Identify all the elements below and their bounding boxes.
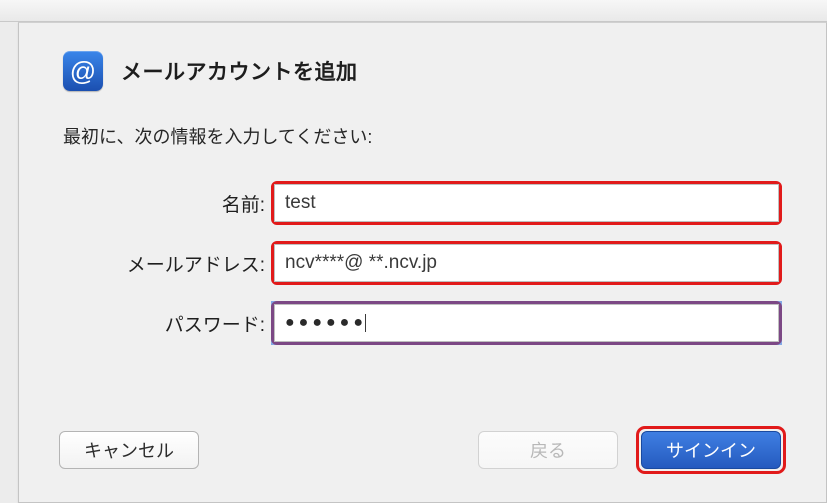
password-input[interactable]: ●●●●●● [274, 304, 779, 342]
email-field-highlight [271, 241, 782, 285]
name-field-highlight [271, 181, 782, 225]
form-area: 名前: メールアドレス: パスワード: ●●●●●● [63, 181, 782, 345]
email-input[interactable] [274, 244, 779, 282]
sheet-header: @ メールアカウントを追加 [63, 51, 786, 91]
right-button-group: 戻る サインイン [478, 426, 786, 474]
button-row: キャンセル 戻る サインイン [59, 426, 786, 474]
back-button[interactable]: 戻る [478, 431, 618, 469]
name-label: 名前: [63, 190, 271, 217]
window-titlebar-strip [0, 0, 827, 22]
cancel-button[interactable]: キャンセル [59, 431, 199, 469]
email-label: メールアドレス: [63, 250, 271, 277]
name-input[interactable] [274, 184, 779, 222]
signin-button-highlight: サインイン [636, 426, 786, 474]
sheet-title: メールアカウントを追加 [121, 56, 358, 86]
password-row: パスワード: ●●●●●● [63, 301, 782, 345]
mail-account-at-icon: @ [63, 51, 103, 91]
add-mail-account-sheet: @ メールアカウントを追加 最初に、次の情報を入力してください: 名前: メール… [18, 22, 827, 503]
window-backdrop: @ メールアカウントを追加 最初に、次の情報を入力してください: 名前: メール… [0, 0, 827, 503]
sheet-subtitle: 最初に、次の情報を入力してください: [63, 123, 786, 149]
text-caret [365, 314, 366, 332]
signin-button[interactable]: サインイン [641, 431, 781, 469]
name-row: 名前: [63, 181, 782, 225]
email-row: メールアドレス: [63, 241, 782, 285]
password-field-highlight: ●●●●●● [271, 301, 782, 345]
password-masked-value: ●●●●●● [285, 314, 367, 332]
at-glyph: @ [70, 58, 96, 84]
password-label: パスワード: [63, 310, 271, 337]
